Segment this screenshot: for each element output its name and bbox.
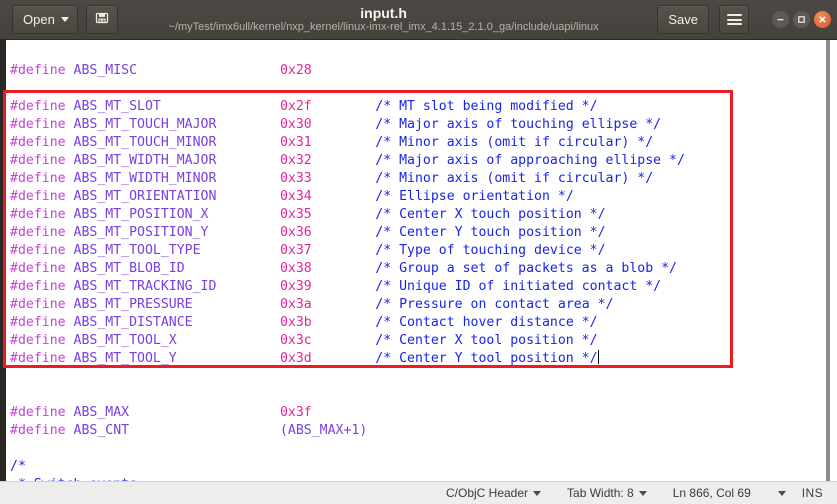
titlebar: Open input.h ~/myTest/imx6ull/kernel/nxp…	[0, 0, 837, 40]
code-line: #define ABS_MT_TOUCH_MAJOR 0x30 /* Major…	[10, 117, 662, 132]
code-line: #define ABS_MT_SLOT 0x2f /* MT slot bein…	[10, 99, 598, 114]
close-button[interactable]	[814, 11, 831, 28]
code-line: #define ABS_MT_POSITION_Y 0x36 /* Center…	[10, 225, 606, 240]
tab-width-label: Tab Width: 8	[567, 486, 634, 500]
code-line: #define ABS_MISC 0x28	[10, 63, 312, 78]
code-line: #define ABS_MT_TOUCH_MINOR 0x31 /* Minor…	[10, 135, 654, 150]
language-selector[interactable]: C/ObjC Header	[445, 486, 542, 500]
code-line: #define ABS_MT_POSITION_X 0x35 /* Center…	[10, 207, 606, 222]
window-title: input.h	[360, 5, 407, 21]
code-line: #define ABS_MT_TOOL_Y 0x3d /* Center Y t…	[10, 350, 599, 366]
tab-width-selector[interactable]: Tab Width: 8	[567, 486, 647, 500]
chevron-down-icon	[777, 490, 786, 496]
code-line: #define ABS_MT_PRESSURE 0x3a /* Pressure…	[10, 297, 614, 312]
source-code-text[interactable]: #define ABS_MISC 0x28 #define ABS_MT_SLO…	[6, 40, 826, 481]
code-line: #define ABS_MT_TOOL_X 0x3c /* Center X t…	[10, 333, 598, 348]
code-line: #define ABS_CNT (ABS_MAX+1)	[10, 423, 368, 438]
window-title-block: input.h ~/myTest/imx6ull/kernel/nxp_kern…	[118, 6, 650, 33]
save-button-label: Save	[668, 12, 698, 27]
save-as-document-icon	[94, 10, 110, 29]
code-line: #define ABS_MT_WIDTH_MAJOR 0x32 /* Major…	[10, 153, 685, 168]
open-button-label: Open	[23, 12, 55, 27]
editor-right-filler	[830, 40, 837, 481]
window-file-path: ~/myTest/imx6ull/kernel/nxp_kernel/linux…	[168, 20, 599, 33]
hamburger-menu-icon	[726, 14, 742, 25]
chevron-down-icon	[60, 17, 69, 22]
code-line: #define ABS_MT_DISTANCE 0x3b /* Contact …	[10, 315, 598, 330]
chevron-down-icon	[638, 490, 647, 496]
maximize-button[interactable]	[793, 11, 810, 28]
chevron-down-icon	[533, 490, 542, 496]
code-line: #define ABS_MT_ORIENTATION 0x34 /* Ellip…	[10, 189, 574, 204]
code-line: /*	[10, 459, 26, 474]
code-line: #define ABS_MT_WIDTH_MINOR 0x33 /* Minor…	[10, 171, 654, 186]
cursor-position-selector[interactable]: Ln 866, Col 69	[673, 486, 786, 500]
text-cursor	[597, 350, 599, 364]
minimize-button[interactable]	[772, 11, 789, 28]
save-as-button[interactable]	[85, 5, 118, 34]
code-line: #define ABS_MT_TOOL_TYPE 0x37 /* Type of…	[10, 243, 606, 258]
gedit-window: Open input.h ~/myTest/imx6ull/kernel/nxp…	[0, 0, 837, 504]
open-button[interactable]: Open	[12, 5, 78, 34]
status-bar: C/ObjC Header Tab Width: 8 Ln 866, Col 6…	[0, 481, 837, 504]
cursor-position-label: Ln 866, Col 69	[672, 486, 751, 500]
save-button[interactable]: Save	[657, 5, 709, 34]
text-editor-area[interactable]: #define ABS_MISC 0x28 #define ABS_MT_SLO…	[0, 40, 837, 481]
code-line: #define ABS_MT_BLOB_ID 0x38 /* Group a s…	[10, 261, 677, 276]
language-label: C/ObjC Header	[445, 486, 529, 500]
code-line: #define ABS_MT_TRACKING_ID 0x39 /* Uniqu…	[10, 279, 662, 294]
main-menu-button[interactable]	[719, 5, 749, 34]
window-controls	[761, 11, 831, 28]
code-line: #define ABS_MAX 0x3f	[10, 405, 312, 420]
insert-mode-indicator[interactable]: INS	[802, 486, 823, 500]
